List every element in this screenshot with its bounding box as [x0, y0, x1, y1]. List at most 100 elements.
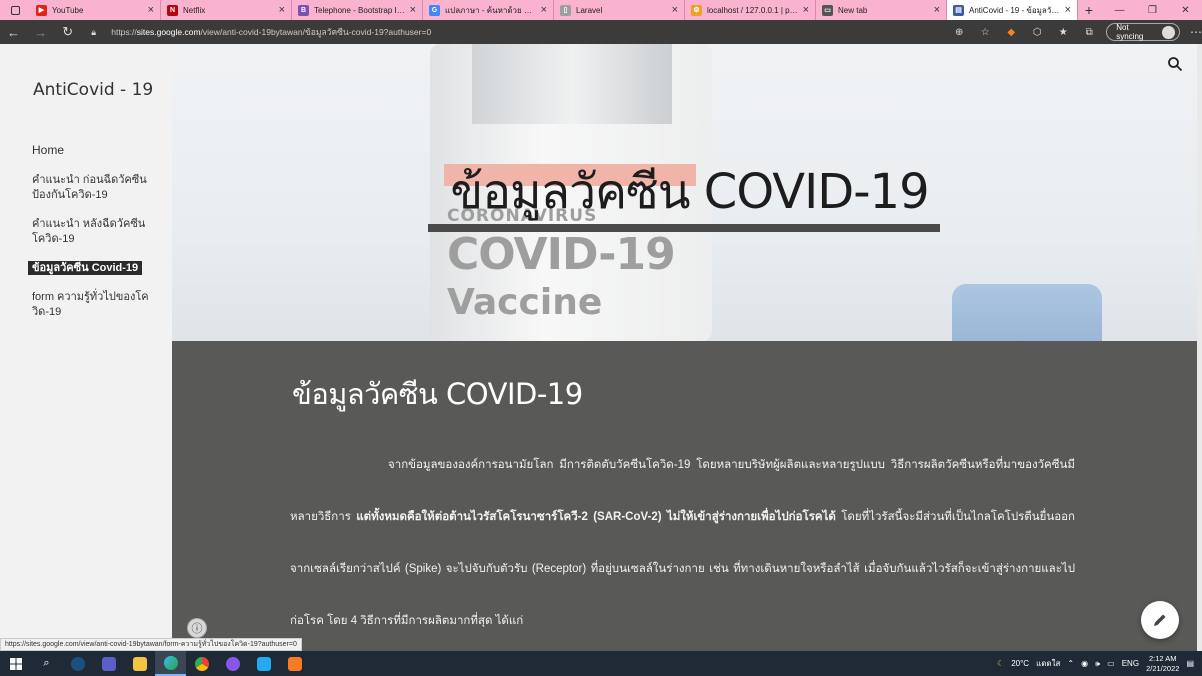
sync-label: Not syncing [1116, 23, 1144, 41]
edit-button[interactable] [1141, 601, 1179, 639]
nav-item-home[interactable]: Home [32, 143, 152, 158]
xampp-icon[interactable] [279, 651, 310, 676]
browser-tab[interactable]: ▯ Laravel × [554, 0, 685, 20]
nav-item-vaccine-info[interactable]: ข้อมูลวัคซีน Covid-19 [28, 261, 152, 276]
reload-icon[interactable]: ↻ [54, 20, 81, 44]
pencil-icon [1154, 614, 1166, 626]
network-icon[interactable]: ◉ [1081, 659, 1088, 668]
hero-title: ข้อมูลวัคซีน COVID-19 [450, 164, 929, 220]
metamask-extension-icon[interactable]: ◆ [1002, 27, 1020, 38]
display-icon[interactable]: ▭ [1107, 659, 1115, 668]
tab-title: แปลภาษา - ค้นหาด้วย Google [445, 5, 537, 15]
site-sidebar: AntiCovid - 19 Home คำแนะนำ ก่อนฉีดวัคซี… [0, 44, 172, 651]
close-tab-icon[interactable]: × [279, 4, 285, 16]
browser-tab[interactable]: ▭ New tab × [816, 0, 947, 20]
favorites-icon[interactable]: ★ [1054, 27, 1072, 38]
language-indicator[interactable]: ENG [1122, 659, 1139, 668]
section-heading: ข้อมูลวัคซีน COVID-19 [292, 377, 583, 411]
start-button[interactable] [0, 651, 31, 676]
back-icon[interactable]: ← [0, 20, 27, 44]
vscode-icon[interactable] [248, 651, 279, 676]
tab-title: Netflix [183, 5, 206, 15]
nav-label: form ความรู้ทั่วไปของโควิด-19 [32, 291, 149, 318]
content-section: ข้อมูลวัคซีน COVID-19 จากข้อมูลขององค์กา… [172, 341, 1197, 651]
close-tab-icon[interactable]: × [672, 4, 678, 16]
zoom-icon[interactable]: ⊕ [950, 27, 968, 38]
nav-label: Home [32, 143, 65, 157]
nav-label: ข้อมูลวัคซีน Covid-19 [28, 261, 143, 275]
extensions-icon[interactable]: ⬡ [1028, 27, 1046, 38]
document-icon: ▯ [560, 4, 571, 16]
close-tab-icon[interactable]: × [410, 4, 416, 16]
add-favorite-icon[interactable]: ☆ [976, 27, 994, 38]
nav-label: คำแนะนำ ก่อนฉีดวัคซีนป้องกันโควิด-19 [32, 174, 147, 201]
nav-item-before-vaccine[interactable]: คำแนะนำ ก่อนฉีดวัคซีนป้องกันโควิด-19 [32, 173, 152, 203]
volume-icon[interactable]: 🕪︎ [1095, 659, 1100, 669]
tab-title: Laravel [576, 5, 603, 15]
steam-icon[interactable] [62, 651, 93, 676]
chrome-icon[interactable] [186, 651, 217, 676]
avatar [1162, 25, 1176, 39]
browser-tab[interactable]: B Telephone - Bootstrap Icons × [292, 0, 423, 20]
close-tab-icon[interactable]: × [1065, 4, 1071, 16]
github-icon[interactable] [217, 651, 248, 676]
browser-tab[interactable]: N Netflix × [161, 0, 292, 20]
close-tab-icon[interactable]: × [803, 4, 809, 16]
nav-item-after-vaccine[interactable]: คำแนะนำ หลังฉีดวัคซีนโควิด-19 [32, 217, 152, 247]
newtab-icon: ▭ [822, 4, 833, 16]
search-icon[interactable] [1167, 56, 1183, 72]
forward-icon[interactable]: → [27, 20, 54, 44]
teams-icon[interactable] [93, 651, 124, 676]
collections-icon[interactable]: ⧉ [1080, 27, 1098, 38]
tab-actions-menu-icon[interactable] [0, 0, 30, 20]
windows-taskbar: ⌕ ☾ 20°C แดดใส ⌃ ◉ 🕪︎ ▭ ENG 2:12 AM 2/21… [0, 651, 1202, 676]
tab-title: YouTube [52, 5, 84, 15]
browser-tab[interactable]: G แปลภาษา - ค้นหาด้วย Google × [423, 0, 554, 20]
close-tab-icon[interactable]: × [541, 4, 547, 16]
address-bar[interactable]: 🔒︎ https://sites.google.com/view/anti-co… [91, 23, 942, 41]
browser-tab[interactable]: ▤ AntiCovid - 19 - ข้อมูลวัคซีน × [947, 0, 1078, 20]
site-title[interactable]: AntiCovid - 19 [33, 80, 153, 100]
page-viewport: AntiCovid - 19 Home คำแนะนำ ก่อนฉีดวัคซี… [0, 44, 1202, 651]
notifications-icon[interactable]: ▤ [1186, 659, 1194, 668]
google-sites-icon: ▤ [953, 4, 964, 16]
browser-toolbar: ← → ↻ 🔒︎ https://sites.google.com/view/a… [0, 20, 1202, 44]
clock-date: 2/21/2022 [1146, 663, 1180, 673]
system-tray: ☾ 20°C แดดใส ⌃ ◉ 🕪︎ ▭ ENG 2:12 AM 2/21/2… [997, 654, 1202, 674]
tab-title: Telephone - Bootstrap Icons [314, 5, 406, 15]
hero-banner: CORONAVIRUS COVID-19 Vaccine ข้อมูลวัคซี… [172, 44, 1197, 341]
google-icon: G [429, 4, 440, 16]
minimize-icon[interactable]: — [1103, 0, 1136, 20]
status-bar-link: https://sites.google.com/view/anti-covid… [0, 638, 302, 651]
lock-icon[interactable]: 🔒︎ [91, 27, 103, 38]
new-tab-button[interactable]: + [1078, 2, 1100, 18]
url-path: /view/anti-covid-19bytawan/ข้อมูลวัคซีน-… [200, 27, 432, 37]
clock[interactable]: 2:12 AM 2/21/2022 [1146, 654, 1179, 674]
restore-icon[interactable]: ❐ [1136, 0, 1169, 20]
info-icon[interactable]: ⓘ [187, 618, 207, 638]
url-host: sites.google.com [136, 27, 201, 37]
page-scrollbar[interactable] [1197, 44, 1202, 651]
paragraph-bold: แต่ทั้งหมดคือให้ต่อต้านไวรัสโคโรนาซาร์โค… [356, 511, 836, 523]
more-menu-icon[interactable]: ⋯ [1190, 25, 1202, 39]
search-taskbar-icon[interactable]: ⌕ [31, 651, 62, 676]
weather-desc[interactable]: แดดใส [1036, 657, 1060, 670]
nav-item-form[interactable]: form ความรู้ทั่วไปของโควิด-19 [32, 290, 152, 320]
close-tab-icon[interactable]: × [934, 4, 940, 16]
profile-sync-button[interactable]: Not syncing [1106, 23, 1181, 41]
browser-tab[interactable]: ⚙ localhost / 127.0.0.1 | phpMyAdmin × [685, 0, 816, 20]
youtube-icon: ▶ [36, 4, 47, 16]
phpmyadmin-icon: ⚙ [691, 4, 702, 16]
clock-time: 2:12 AM [1148, 653, 1177, 663]
windows-icon [9, 657, 22, 670]
browser-tab-strip: ▶ YouTube × N Netflix × B Telephone - Bootstrap… [0, 0, 1202, 20]
edge-icon[interactable] [155, 651, 186, 676]
browser-tab[interactable]: ▶ YouTube × [30, 0, 161, 20]
paragraph-text-2: โดยที่ไวรัสนี้จะมีส่วนที่เป็นไกลโคโปรตีน… [290, 511, 1075, 627]
close-tab-icon[interactable]: × [148, 4, 154, 16]
close-window-icon[interactable]: ✕ [1169, 0, 1202, 20]
weather-temp[interactable]: 20°C [1011, 659, 1029, 668]
chevron-up-icon[interactable]: ⌃ [1067, 659, 1074, 668]
file-explorer-icon[interactable] [124, 651, 155, 676]
weather-icon[interactable]: ☾ [997, 659, 1004, 668]
